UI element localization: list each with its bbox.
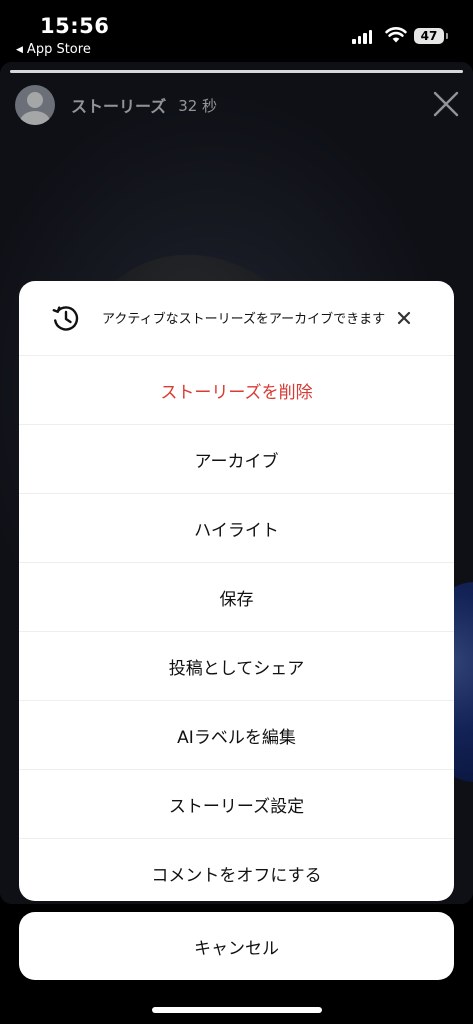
back-to-app-link[interactable]: ◀ App Store xyxy=(16,42,91,57)
story-close-icon[interactable] xyxy=(430,88,462,120)
save-button[interactable]: 保存 xyxy=(19,563,454,632)
story-elapsed-time: 32 秒 xyxy=(178,96,218,115)
wifi-icon xyxy=(385,27,407,43)
story-options-sheet: アクティブなストーリーズをアーカイブできます ストーリーズを削除 アーカイブ ハ… xyxy=(19,281,454,901)
avatar[interactable] xyxy=(15,85,55,125)
story-header: ストーリーズ 32 秒 xyxy=(15,84,217,126)
archive-button[interactable]: アーカイブ xyxy=(19,425,454,494)
back-app-label: App Store xyxy=(26,42,91,57)
edit-ai-label-button[interactable]: AIラベルを編集 xyxy=(19,701,454,770)
story-settings-button[interactable]: ストーリーズ設定 xyxy=(19,770,454,839)
story-progress-bar xyxy=(10,70,463,73)
story-user-name[interactable]: ストーリーズ xyxy=(71,93,166,117)
battery-indicator: 47 xyxy=(414,28,448,44)
cellular-signal-icon xyxy=(352,30,372,44)
turn-off-comments-button[interactable]: コメントをオフにする xyxy=(19,839,454,901)
archive-history-icon xyxy=(52,306,79,331)
story-progress-fill xyxy=(10,70,463,73)
sheet-header-text: アクティブなストーリーズをアーカイブできます xyxy=(102,312,386,327)
share-as-post-button[interactable]: 投稿としてシェア xyxy=(19,632,454,701)
screen: 15:56 ◀ App Store 47 ストーリーズ 32 秒 アクティブなス… xyxy=(0,0,473,1024)
home-indicator[interactable] xyxy=(152,1007,322,1013)
highlight-button[interactable]: ハイライト xyxy=(19,494,454,563)
status-time: 15:56 xyxy=(40,14,110,38)
delete-story-button[interactable]: ストーリーズを削除 xyxy=(19,356,454,425)
cancel-button[interactable]: キャンセル xyxy=(19,912,454,980)
sheet-header: アクティブなストーリーズをアーカイブできます xyxy=(19,281,454,356)
status-bar: 15:56 ◀ App Store 47 xyxy=(0,0,473,62)
close-icon[interactable] xyxy=(393,307,415,329)
back-triangle-icon: ◀ xyxy=(16,44,23,55)
